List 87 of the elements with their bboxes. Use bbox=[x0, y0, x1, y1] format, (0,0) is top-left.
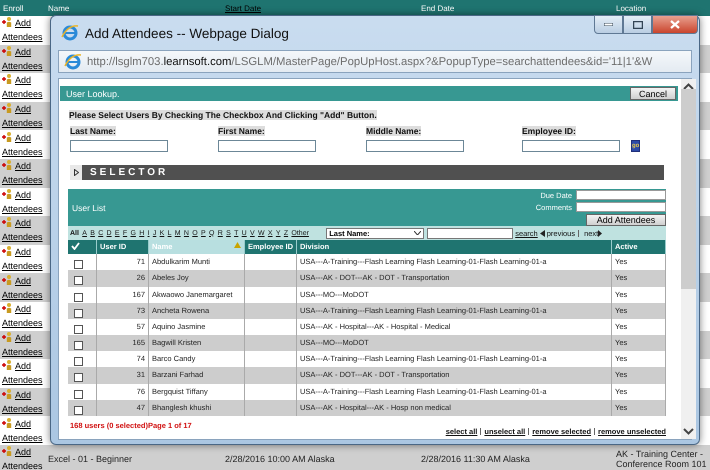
row-checkbox[interactable] bbox=[74, 324, 83, 334]
add-attendees-link[interactable]: Add Attendees bbox=[0, 44, 45, 73]
add-attendees-button[interactable]: Add Attendees bbox=[586, 214, 666, 226]
add-attendees-link[interactable]: Add Attendees bbox=[0, 102, 45, 130]
person-plus-icon bbox=[2, 245, 12, 256]
add-attendees-link[interactable]: Add Attendees bbox=[0, 416, 45, 445]
checkmark-icon bbox=[71, 242, 80, 250]
header-title: User Lookup. bbox=[66, 88, 120, 99]
expand-icon bbox=[70, 165, 82, 180]
row-checkbox[interactable] bbox=[74, 341, 83, 350]
input-field[interactable] bbox=[218, 140, 316, 152]
row-checkbox[interactable] bbox=[74, 406, 83, 415]
person-plus-icon bbox=[2, 416, 12, 428]
input-field[interactable] bbox=[70, 140, 168, 152]
person-plus-icon bbox=[2, 445, 12, 456]
add-attendees-link[interactable]: Add Attendees bbox=[0, 245, 45, 274]
add-attendees-link[interactable]: Add Attendees bbox=[0, 274, 45, 302]
field-label: First Name: bbox=[218, 126, 265, 136]
person-plus-icon bbox=[2, 159, 12, 170]
row-checkbox[interactable] bbox=[74, 276, 83, 286]
instruction-text: Please Select Users By Checking The Checkbox And Clicking "Add" Button. bbox=[69, 110, 377, 120]
person-plus-icon bbox=[2, 330, 12, 342]
browser-e-icon bbox=[64, 52, 82, 70]
input-field[interactable] bbox=[576, 202, 666, 212]
row-checkbox[interactable] bbox=[74, 260, 83, 270]
row-checkbox[interactable] bbox=[74, 292, 83, 302]
location: AK - Training Center - Conference Room 101 bbox=[615, 449, 708, 470]
add-attendees-link[interactable]: Add Attendees bbox=[0, 216, 45, 244]
sort-arrow-icon bbox=[234, 242, 241, 248]
left-triangle-icon bbox=[540, 230, 545, 237]
column-header[interactable]: Start Date bbox=[222, 4, 418, 12]
window-title: Add Attendees -- Webpage Dialog bbox=[85, 26, 289, 40]
close-icon bbox=[670, 20, 680, 29]
column-header: End Date bbox=[420, 4, 456, 12]
person-plus-icon bbox=[2, 16, 12, 28]
panel-title: User List bbox=[72, 203, 106, 214]
close-button[interactable] bbox=[652, 15, 698, 34]
add-attendees-link[interactable]: Add Attendees bbox=[0, 16, 45, 44]
minimize-icon bbox=[604, 23, 613, 26]
input-field[interactable] bbox=[576, 190, 666, 200]
up-chevron-icon bbox=[683, 83, 694, 90]
field-label: Last Name: bbox=[70, 126, 116, 136]
field-label: Employee ID: bbox=[522, 126, 576, 136]
add-attendees-link[interactable]: Add Attendees bbox=[0, 159, 45, 188]
end-date: 2/28/2016 11:30 AM Alaska bbox=[420, 454, 531, 464]
person-plus-icon bbox=[2, 102, 12, 114]
person-plus-icon bbox=[2, 359, 12, 370]
add-attendees-link[interactable]: Add Attendees bbox=[0, 73, 45, 102]
input-field[interactable] bbox=[522, 140, 620, 152]
selector-bar[interactable]: SELECTOR bbox=[70, 165, 664, 180]
add-attendees-link[interactable]: Add Attendees bbox=[0, 302, 45, 330]
row-checkbox[interactable] bbox=[74, 390, 83, 399]
start-date: 2/28/2016 10:00 AM Alaska bbox=[224, 454, 336, 464]
add-attendees-link[interactable]: Add Attendees bbox=[0, 130, 45, 159]
down-chevron-icon bbox=[683, 428, 694, 435]
browser-e-icon bbox=[61, 24, 79, 42]
minimize-button[interactable] bbox=[594, 15, 623, 34]
person-plus-icon bbox=[2, 44, 12, 56]
address-bar[interactable]: http://lsglm703.learnsoft.com/LSGLM/MasterPage/PopUpHost.aspx?&PopupType=searchattendees&id='11|1'&W bbox=[58, 50, 692, 73]
field-label: Middle Name: bbox=[366, 126, 422, 136]
maximize-button[interactable] bbox=[623, 15, 652, 34]
person-plus-icon bbox=[2, 274, 12, 285]
column-header: Name bbox=[47, 4, 70, 12]
caret-icon bbox=[414, 231, 422, 236]
scrollbar[interactable] bbox=[681, 79, 696, 439]
add-attendees-link[interactable]: Add Attendees bbox=[0, 188, 45, 216]
course-name: Excel - 01 - Beginner bbox=[47, 454, 134, 464]
row-checkbox[interactable] bbox=[74, 373, 83, 382]
person-plus-icon bbox=[2, 188, 12, 199]
person-plus-icon bbox=[2, 388, 12, 400]
add-attendees-link[interactable]: Add Attendees bbox=[0, 445, 45, 470]
column-header: Enroll bbox=[2, 4, 24, 12]
add-attendees-link[interactable]: Add Attendees bbox=[0, 388, 45, 416]
add-attendees-link[interactable]: Add Attendees bbox=[0, 359, 45, 388]
person-plus-icon bbox=[2, 302, 12, 314]
person-plus-icon bbox=[2, 216, 12, 228]
maximize-icon bbox=[632, 20, 642, 28]
row-checkbox[interactable] bbox=[74, 308, 83, 318]
person-plus-icon bbox=[2, 130, 12, 142]
column-header: Location bbox=[615, 4, 648, 12]
person-plus-icon bbox=[2, 73, 12, 84]
input-field[interactable] bbox=[366, 140, 464, 152]
search-field[interactable] bbox=[427, 228, 514, 239]
row-checkbox[interactable] bbox=[74, 357, 83, 366]
right-triangle-icon bbox=[598, 230, 602, 237]
add-attendees-link[interactable]: Add Attendees bbox=[0, 330, 45, 359]
cancel-button[interactable]: Cancel bbox=[630, 87, 676, 100]
